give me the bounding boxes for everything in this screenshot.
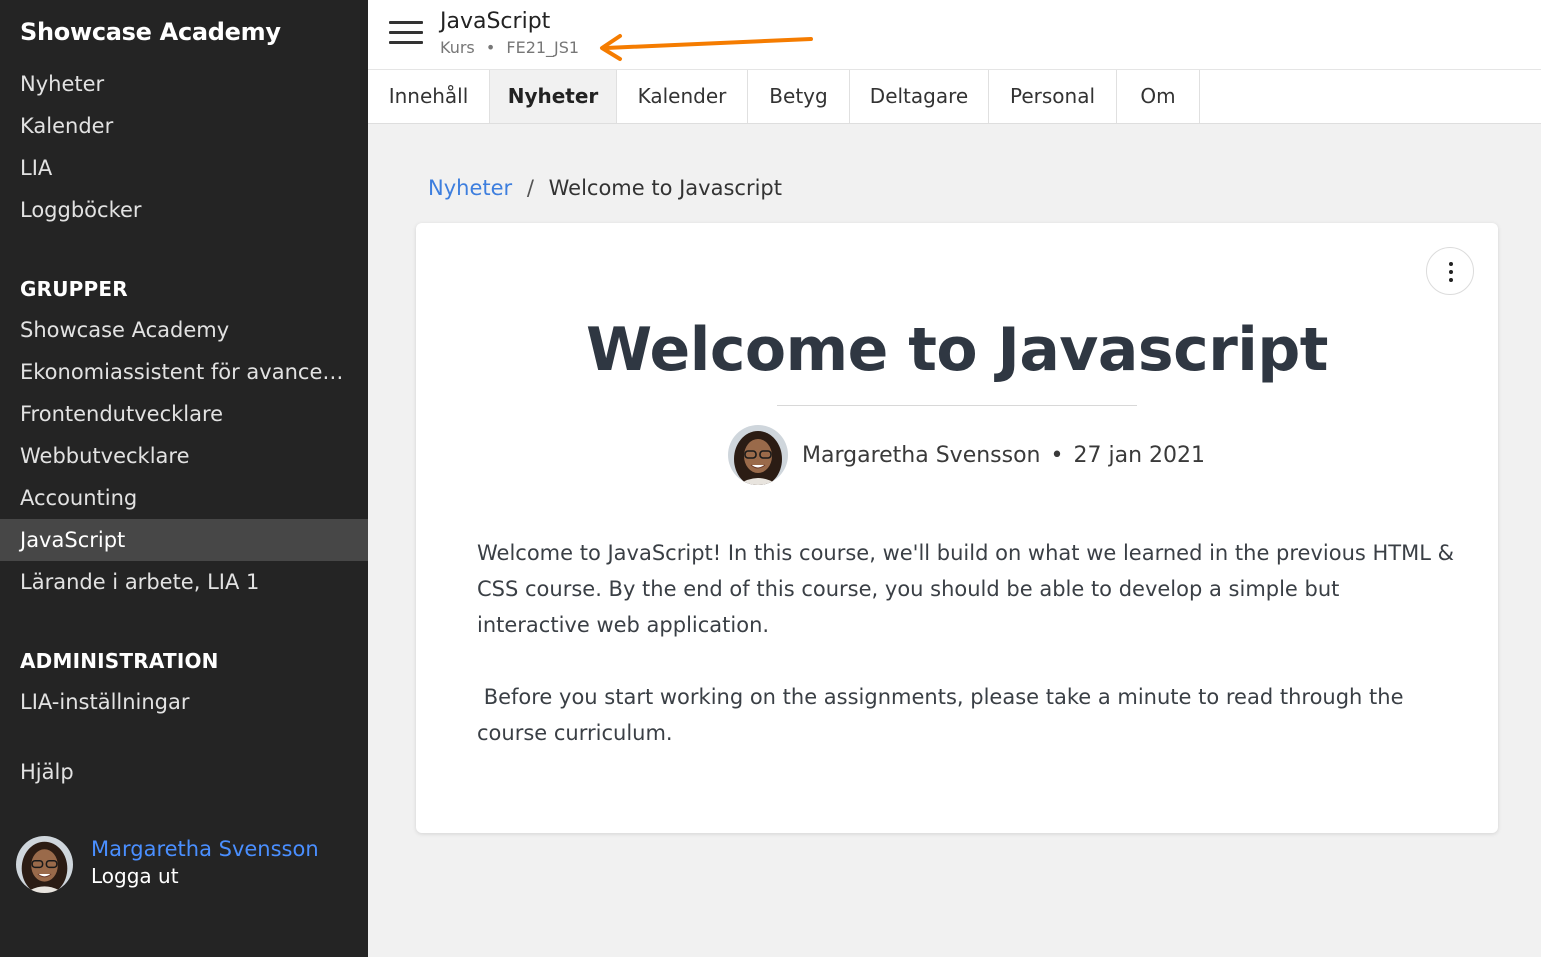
tab-nyheter[interactable]: Nyheter	[490, 70, 617, 123]
top-header: JavaScript Kurs • FE21_JS1	[368, 0, 1541, 70]
subtitle-separator: •	[485, 38, 496, 57]
sidebar-item-help[interactable]: Hjälp	[0, 751, 368, 793]
more-options-icon[interactable]	[1426, 247, 1474, 295]
post-title: Welcome to Javascript	[586, 315, 1328, 385]
user-name-link[interactable]: Margaretha Svensson	[91, 837, 319, 861]
sidebar-item-group[interactable]: Frontendutvecklare	[0, 393, 368, 435]
author-avatar	[728, 425, 788, 485]
groups-heading: GRUPPER	[20, 277, 128, 301]
tab-om[interactable]: Om	[1117, 70, 1200, 123]
logout-link[interactable]: Logga ut	[91, 864, 179, 888]
sidebar: Showcase Academy Nyheter Kalender LIA Lo…	[0, 0, 368, 957]
course-code: FE21_JS1	[506, 38, 580, 57]
post-paragraph: Welcome to JavaScript! In this course, w…	[477, 541, 1454, 637]
tab-deltagare[interactable]: Deltagare	[850, 70, 989, 123]
post-body: Welcome to JavaScript! In this course, w…	[477, 535, 1457, 787]
sidebar-item-javascript-active[interactable]: JavaScript	[0, 519, 368, 561]
hamburger-menu-icon[interactable]	[389, 21, 423, 45]
course-subtitle: Kurs • FE21_JS1	[440, 38, 579, 57]
sidebar-item-group[interactable]: Accounting	[0, 477, 368, 519]
sidebar-item-group[interactable]: Showcase Academy	[0, 309, 368, 351]
brand-title[interactable]: Showcase Academy	[20, 18, 281, 46]
breadcrumb-separator: /	[526, 176, 534, 200]
administration-heading: ADMINISTRATION	[20, 649, 219, 673]
breadcrumb-current: Welcome to Javascript	[548, 176, 782, 200]
annotation-arrow-icon	[600, 34, 813, 61]
course-tabs: Innehåll Nyheter Kalender Betyg Deltagar…	[368, 70, 1541, 124]
sidebar-item-group[interactable]: Webbutvecklare	[0, 435, 368, 477]
sidebar-item-loggbocker[interactable]: Loggböcker	[0, 189, 368, 231]
avatar[interactable]	[16, 836, 73, 893]
tab-betyg[interactable]: Betyg	[748, 70, 850, 123]
news-post-card: Welcome to Javascript Margaretha Svensso…	[416, 223, 1498, 833]
post-paragraph: Before you start working on the assignme…	[477, 685, 1411, 745]
tab-innehall[interactable]: Innehåll	[368, 70, 490, 123]
tab-kalender[interactable]: Kalender	[617, 70, 748, 123]
breadcrumb: Nyheter / Welcome to Javascript	[428, 176, 782, 200]
course-title: JavaScript	[440, 9, 551, 34]
post-author: Margaretha Svensson	[802, 443, 1041, 468]
tab-personal[interactable]: Personal	[989, 70, 1117, 123]
post-date: 27 jan 2021	[1073, 443, 1205, 468]
sidebar-item-group[interactable]: Lärande i arbete, LIA 1	[0, 561, 368, 603]
post-byline: Margaretha Svensson • 27 jan 2021	[802, 443, 1205, 468]
sidebar-item-lia[interactable]: LIA	[0, 147, 368, 189]
user-box: Margaretha Svensson Logga ut	[16, 836, 356, 894]
byline-separator: •	[1050, 443, 1064, 468]
title-divider	[777, 405, 1137, 406]
course-type: Kurs	[440, 38, 475, 57]
post-meta: Margaretha Svensson • 27 jan 2021	[728, 425, 1228, 487]
sidebar-item-group[interactable]: Ekonomiassistent för avancerad...	[0, 351, 368, 393]
sidebar-item-lia-settings[interactable]: LIA-inställningar	[0, 681, 368, 723]
breadcrumb-link-nyheter[interactable]: Nyheter	[428, 176, 512, 200]
sidebar-item-nyheter[interactable]: Nyheter	[0, 63, 368, 105]
sidebar-item-kalender[interactable]: Kalender	[0, 105, 368, 147]
